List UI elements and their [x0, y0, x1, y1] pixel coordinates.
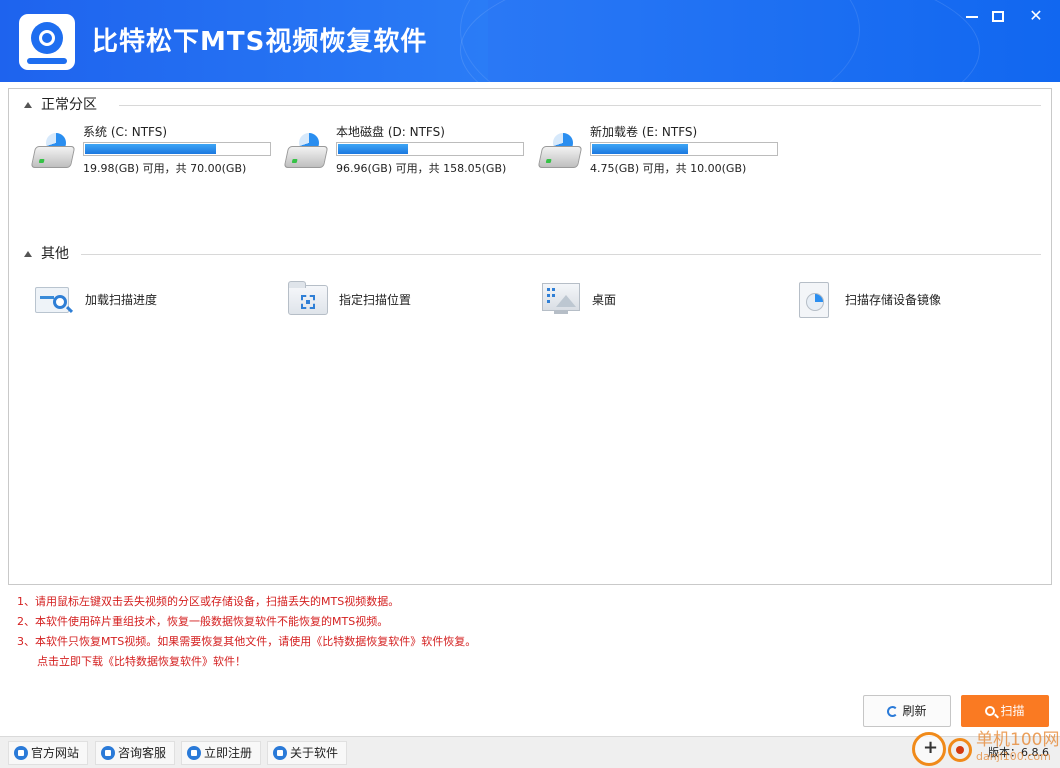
drive-d[interactable]: 本地磁盘 (D: NTFS) 96.96(GB) 可用，共 158.05(GB) — [283, 124, 534, 184]
scan-button[interactable]: 扫描 — [961, 695, 1049, 727]
tip-2: 2、本软件使用碎片重组技术，恢复一般数据恢复软件不能恢复的MTS视频。 — [17, 615, 389, 628]
drive-body — [283, 146, 329, 168]
watermark: 单机100网 danji100.com — [912, 730, 1060, 768]
collapse-triangle-icon[interactable] — [24, 251, 32, 257]
official-site-link[interactable]: 官方网站 — [8, 741, 88, 765]
drive-capacity: 96.96(GB) 可用，共 158.05(GB) — [336, 162, 507, 175]
desktop-item[interactable]: 桌面 — [540, 281, 760, 321]
monitor-shape — [542, 283, 580, 311]
refresh-icon — [887, 706, 899, 717]
register-icon — [187, 746, 201, 760]
section-divider — [81, 254, 1041, 255]
status-bar: 官方网站 咨询客服 立即注册 关于软件 版本：6.8.6 — [0, 736, 1060, 768]
close-button[interactable]: ✕ — [1020, 4, 1052, 28]
maximize-button[interactable] — [982, 4, 1014, 28]
logo-ring — [31, 22, 63, 54]
section-divider — [119, 105, 1041, 106]
drive-usage-bar — [83, 142, 271, 156]
link-label: 官方网站 — [31, 746, 80, 760]
drive-usage-bar — [336, 142, 524, 156]
item-label: 加载扫描进度 — [85, 293, 158, 307]
drive-body — [537, 146, 583, 168]
tips-list: 1、请用鼠标左键双击丢失视频的分区或存储设备，扫描丢失的MTS视频数据。 2、本… — [17, 592, 917, 672]
drive-usage-fill — [338, 144, 408, 154]
link-label: 立即注册 — [204, 746, 253, 760]
stand-shape — [554, 311, 568, 314]
collapse-triangle-icon[interactable] — [24, 102, 32, 108]
watermark-logo-icon — [912, 732, 946, 766]
support-link[interactable]: 咨询客服 — [95, 741, 175, 765]
tip-1: 1、请用鼠标左键双击丢失视频的分区或存储设备，扫描丢失的MTS视频数据。 — [17, 595, 400, 608]
watermark-text: 单机100网 — [976, 730, 1060, 750]
app-title: 比特松下MTS视频恢复软件 — [92, 27, 428, 57]
support-icon — [101, 746, 115, 760]
drive-e[interactable]: 新加载卷 (E: NTFS) 4.75(GB) 可用，共 10.00(GB) — [537, 124, 788, 184]
magnifier-shape — [53, 295, 67, 309]
desktop-icon — [540, 281, 582, 317]
tip-3: 3、本软件只恢复MTS视频。如果需要恢复其他文件，请使用《比特数据恢复软件》软件… — [17, 635, 477, 648]
download-link[interactable]: 点击立即下载《比特数据恢复软件》软件！ — [17, 652, 917, 672]
main-panel: 正常分区 系统 (C: NTFS) 19.98(GB) 可用，共 70.00(G… — [8, 88, 1052, 585]
item-label: 扫描存储设备镜像 — [845, 293, 942, 307]
drive-capacity: 19.98(GB) 可用，共 70.00(GB) — [83, 162, 247, 175]
drive-usage-bar — [590, 142, 778, 156]
section-label: 正常分区 — [41, 97, 97, 113]
maximize-icon — [992, 11, 1004, 22]
hard-drive-icon — [537, 130, 584, 172]
drive-body — [30, 146, 76, 168]
scan-progress-icon — [33, 281, 75, 317]
title-decoration-2 — [460, 0, 860, 82]
drive-name: 本地磁盘 (D: NTFS) — [336, 125, 445, 139]
disc-shape — [806, 293, 824, 311]
refresh-label: 刷新 — [902, 704, 927, 718]
link-label: 咨询客服 — [118, 746, 167, 760]
home-icon — [14, 746, 28, 760]
title-bar[interactable]: 比特松下MTS视频恢复软件 ✕ — [0, 0, 1060, 82]
folder-target-icon — [287, 281, 329, 317]
register-link[interactable]: 立即注册 — [181, 741, 261, 765]
scan-label: 扫描 — [1000, 704, 1025, 718]
watermark-dot-icon — [948, 738, 972, 762]
other-header[interactable]: 其他 — [21, 244, 1041, 264]
watermark-sub: danji100.com — [976, 750, 1051, 763]
drive-usage-fill — [592, 144, 688, 154]
disk-image-icon — [793, 281, 835, 318]
target-shape — [301, 295, 315, 309]
scan-disk-image-item[interactable]: 扫描存储设备镜像 — [793, 281, 1013, 321]
app-logo-icon — [19, 14, 75, 70]
drive-usage-fill — [85, 144, 216, 154]
refresh-button[interactable]: 刷新 — [863, 695, 951, 727]
about-link[interactable]: 关于软件 — [267, 741, 347, 765]
info-icon — [273, 746, 287, 760]
logo-bar — [27, 58, 67, 64]
close-icon: ✕ — [1029, 6, 1043, 25]
hard-drive-icon — [30, 130, 77, 172]
drive-name: 新加载卷 (E: NTFS) — [590, 125, 698, 139]
normal-partitions-header[interactable]: 正常分区 — [21, 95, 1041, 115]
item-label: 桌面 — [592, 293, 617, 307]
minimize-icon — [966, 15, 978, 18]
load-scan-progress-item[interactable]: 加载扫描进度 — [33, 281, 253, 321]
specify-scan-location-item[interactable]: 指定扫描位置 — [287, 281, 507, 321]
drive-c[interactable]: 系统 (C: NTFS) 19.98(GB) 可用，共 70.00(GB) — [30, 124, 281, 184]
drive-capacity: 4.75(GB) 可用，共 10.00(GB) — [590, 162, 747, 175]
section-label: 其他 — [41, 246, 69, 262]
search-icon — [985, 706, 996, 716]
drive-name: 系统 (C: NTFS) — [83, 125, 168, 139]
link-label: 关于软件 — [290, 746, 339, 760]
hard-drive-icon — [283, 130, 330, 172]
item-label: 指定扫描位置 — [339, 293, 412, 307]
